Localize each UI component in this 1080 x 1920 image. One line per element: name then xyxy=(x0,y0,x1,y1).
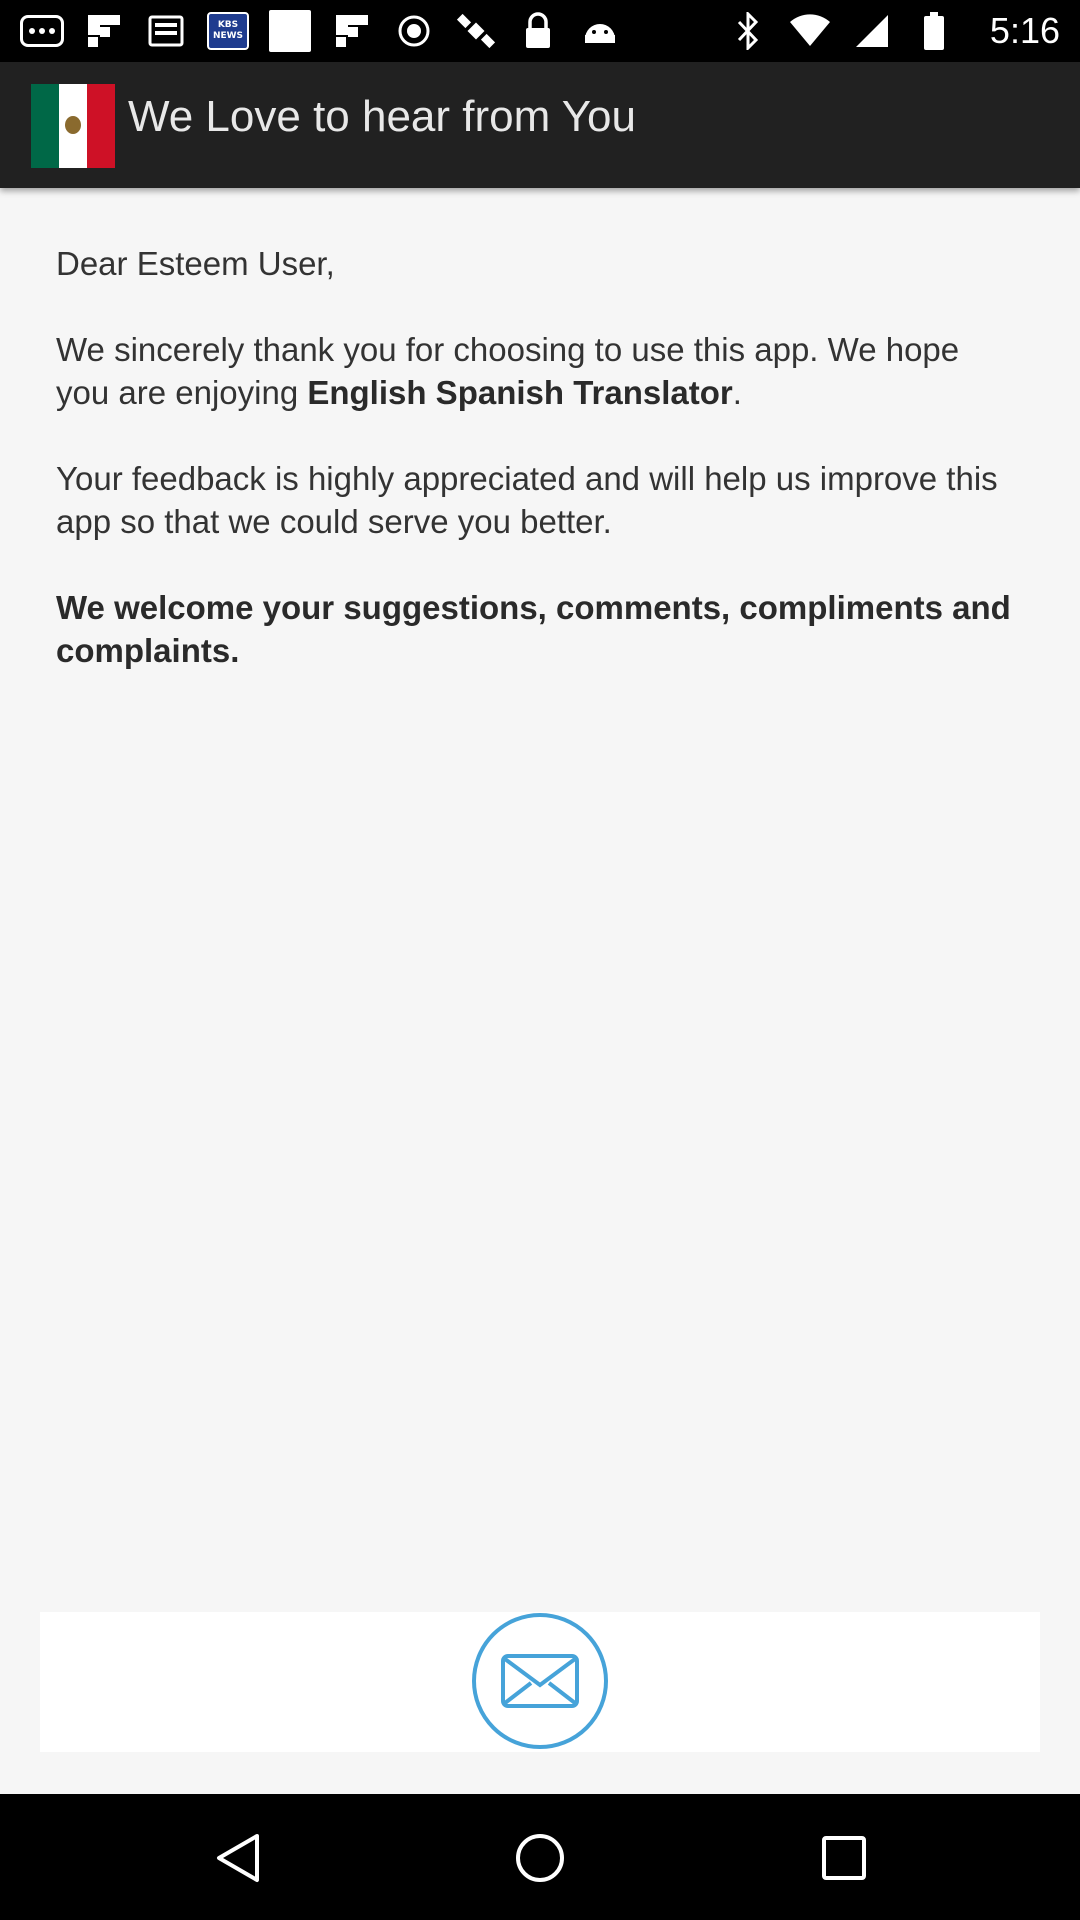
status-bar: KBS NEWS 5:16 xyxy=(0,0,1080,62)
bluetooth-icon xyxy=(726,10,770,52)
lock-icon xyxy=(516,10,560,52)
recents-icon[interactable] xyxy=(818,1832,870,1884)
notification-icons: KBS NEWS xyxy=(20,10,640,52)
navigation-bar xyxy=(0,1794,1080,1920)
clock: 5:16 xyxy=(989,10,1060,51)
blank-notification-icon xyxy=(268,10,312,52)
app-bar: We Love to hear from You xyxy=(0,62,1080,188)
back-icon[interactable] xyxy=(212,1832,264,1884)
kbs-news-icon: KBS NEWS xyxy=(206,10,250,52)
system-icons: 5:16 xyxy=(726,10,1060,52)
wifi-icon xyxy=(788,10,832,52)
greeting-text: Dear Esteem User, xyxy=(56,245,335,282)
flipboard-icon xyxy=(330,10,374,52)
thank-you-paragraph: We sincerely thank you for choosing to u… xyxy=(56,331,960,411)
feedback-message: Dear Esteem User, We sincerely thank you… xyxy=(56,242,1016,715)
send-feedback-button[interactable] xyxy=(472,1613,608,1749)
cast-icon xyxy=(144,10,188,52)
signal-icon xyxy=(850,10,894,52)
battery-icon xyxy=(912,10,956,52)
sync-icon xyxy=(392,10,436,52)
welcome-paragraph: We welcome your suggestions, comments, c… xyxy=(56,589,1011,669)
mexico-flag-icon[interactable] xyxy=(31,84,115,168)
android-icon xyxy=(578,10,622,52)
home-icon[interactable] xyxy=(514,1832,566,1884)
app-name: English Spanish Translator xyxy=(307,374,733,411)
envelope-icon xyxy=(501,1654,579,1708)
satellite-icon xyxy=(454,10,498,52)
page-title: We Love to hear from You xyxy=(128,92,636,141)
flipboard-icon xyxy=(82,10,126,52)
feedback-paragraph: Your feedback is highly appreciated and … xyxy=(56,460,998,540)
message-dots-icon xyxy=(20,10,64,52)
